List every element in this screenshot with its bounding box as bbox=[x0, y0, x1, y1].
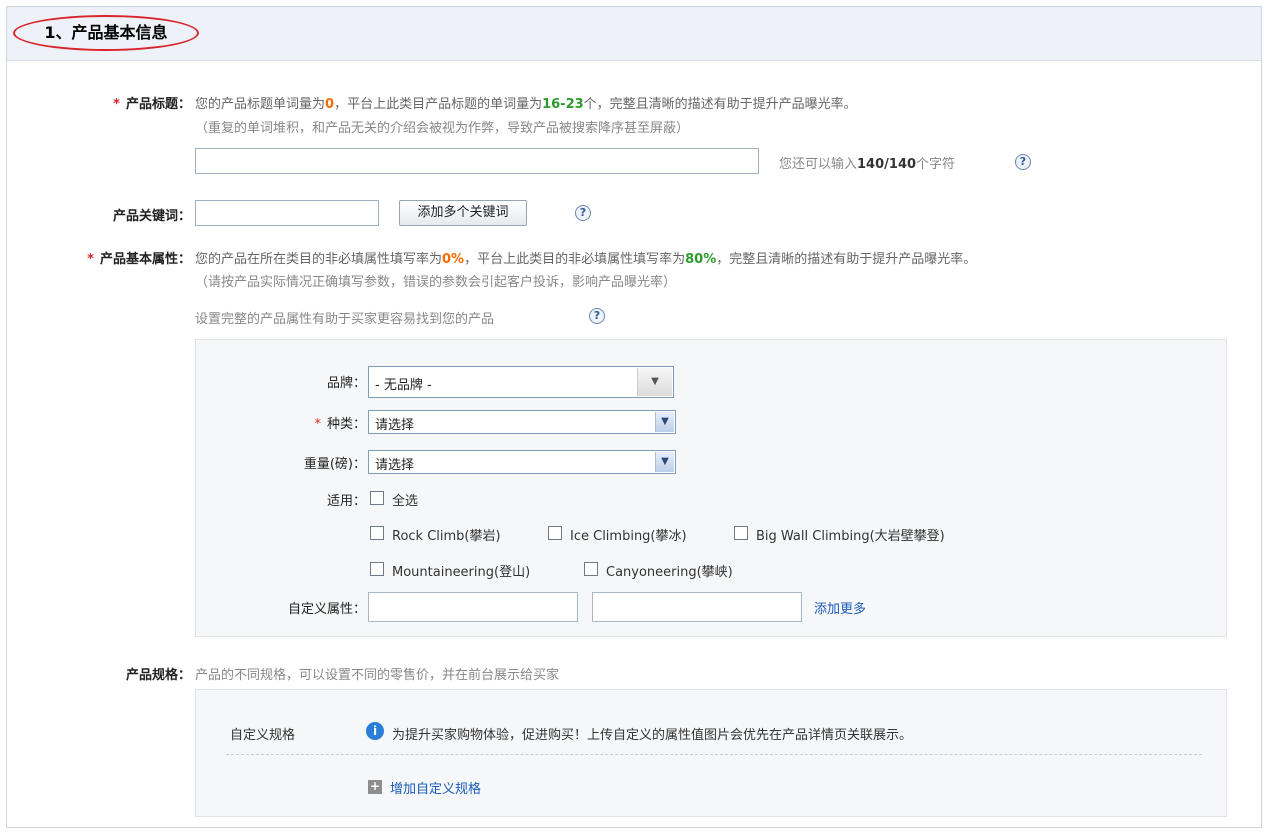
category-select-value: 请选择 bbox=[375, 418, 415, 433]
attributes-label-text: 产品基本属性： bbox=[99, 252, 191, 267]
specs-desc: 产品的不同规格，可以设置不同的零售价，并在前台展示给买家 bbox=[195, 668, 560, 683]
spec-info-text: 为提升买家购物体验，促进购买！上传自定义的属性值图片会优先在产品详情页关联展示。 bbox=[392, 728, 913, 743]
product-title-input[interactable] bbox=[195, 148, 759, 174]
attr-info-mid: ，平台上此类目的非必填属性填写率为 bbox=[464, 252, 686, 267]
specs-label: 产品规格： bbox=[125, 668, 191, 683]
custom-attr-value-input[interactable] bbox=[592, 592, 802, 622]
add-more-link[interactable]: 添加更多 bbox=[814, 598, 866, 617]
weight-label: 重量(磅)： bbox=[303, 457, 366, 472]
rock-climb-label: Rock Climb(攀岩) bbox=[392, 529, 501, 544]
keywords-input[interactable] bbox=[195, 200, 379, 226]
ice-climbing-label: Ice Climbing(攀冰) bbox=[570, 529, 687, 544]
weight-select[interactable]: 请选择 ▼ bbox=[368, 450, 676, 474]
product-form-frame: 1、产品基本信息 * 产品标题： 您的产品标题单词量为0，平台上此类目产品标题的单… bbox=[6, 6, 1262, 828]
question-icon[interactable]: ? bbox=[1015, 154, 1031, 170]
question-icon[interactable]: ? bbox=[575, 205, 591, 221]
select-all-label: 全选 bbox=[392, 494, 419, 509]
required-mark: * bbox=[314, 417, 321, 432]
title-info-mid: ，平台上此类目产品标题的单词量为 bbox=[334, 97, 543, 112]
canyoneering-checkbox[interactable] bbox=[584, 562, 598, 576]
chevron-down-icon: ▼ bbox=[655, 412, 674, 432]
brand-select[interactable]: - 无品牌 - ▼ bbox=[368, 366, 674, 398]
attributes-hint: 设置完整的产品属性有助于买家更容易找到您的产品 bbox=[195, 312, 495, 327]
mountaineering-label: Mountaineering(登山) bbox=[392, 565, 531, 580]
chevron-down-icon: ▼ bbox=[655, 452, 674, 472]
required-mark: * bbox=[113, 97, 120, 112]
custom-attr-label: 自定义属性： bbox=[287, 602, 366, 617]
divider bbox=[226, 754, 1202, 755]
select-all-checkbox[interactable] bbox=[370, 491, 384, 505]
own-fill-rate: 0% bbox=[442, 252, 465, 267]
required-mark: * bbox=[87, 252, 94, 267]
title-word-range: 16-23 bbox=[542, 97, 584, 112]
rock-climb-checkbox[interactable] bbox=[370, 526, 384, 540]
product-title-warning: （重复的单词堆积，和产品无关的介绍会被视为作弊，导致产品被搜索降序甚至屏蔽） bbox=[195, 121, 690, 136]
weight-select-value: 请选择 bbox=[375, 458, 415, 473]
char-remaining: 您还可以输入140/140个字符 bbox=[779, 153, 955, 172]
brand-select-value: - 无品牌 - bbox=[375, 378, 432, 393]
info-icon: i bbox=[366, 722, 384, 740]
title-word-count: 0 bbox=[325, 97, 335, 112]
specs-panel: 自定义规格 i 为提升买家购物体验，促进购买！上传自定义的属性值图片会优先在产品… bbox=[195, 689, 1227, 817]
applicable-label: 适用： bbox=[326, 494, 366, 509]
char-remaining-pre: 您还可以输入 bbox=[779, 157, 858, 172]
custom-attr-name-input[interactable] bbox=[368, 592, 578, 622]
attributes-info: 您的产品在所在类目的非必填属性填写率为0%，平台上此类目的非必填属性填写率为80… bbox=[195, 248, 976, 267]
add-custom-spec-link[interactable]: 增加自定义规格 bbox=[390, 778, 481, 797]
attributes-panel: 品牌： - 无品牌 - ▼ * 种类： 请选择 ▼ 重量(磅)： 请选择 ▼ 适用… bbox=[195, 339, 1227, 637]
add-keywords-button[interactable]: 添加多个关键词 bbox=[399, 200, 527, 226]
section-title: 1、产品基本信息 bbox=[13, 15, 199, 51]
big-wall-checkbox[interactable] bbox=[734, 526, 748, 540]
title-info-pre: 您的产品标题单词量为 bbox=[195, 97, 326, 112]
ice-climbing-checkbox[interactable] bbox=[548, 526, 562, 540]
category-label-text: 种类： bbox=[326, 417, 366, 432]
category-label: * 种类： bbox=[196, 413, 366, 432]
keywords-label: 产品关键词： bbox=[112, 209, 191, 224]
attributes-label: * 产品基本属性： bbox=[7, 248, 191, 267]
canyoneering-label: Canyoneering(攀峡) bbox=[606, 565, 733, 580]
product-title-label: * 产品标题： bbox=[7, 93, 191, 112]
question-icon[interactable]: ? bbox=[589, 308, 605, 324]
platform-fill-rate: 80% bbox=[685, 252, 717, 267]
category-select[interactable]: 请选择 ▼ bbox=[368, 410, 676, 434]
big-wall-label: Big Wall Climbing(大岩壁攀登) bbox=[756, 529, 945, 544]
product-title-info: 您的产品标题单词量为0，平台上此类目产品标题的单词量为16-23个，完整且清晰的… bbox=[195, 93, 857, 112]
custom-spec-label: 自定义规格 bbox=[230, 728, 296, 743]
mountaineering-checkbox[interactable] bbox=[370, 562, 384, 576]
attr-info-pre: 您的产品在所在类目的非必填属性填写率为 bbox=[195, 252, 443, 267]
section-header: 1、产品基本信息 bbox=[7, 7, 1261, 61]
char-remaining-count: 140/140 bbox=[857, 157, 917, 172]
title-info-post: 个，完整且清晰的描述有助于提升产品曝光率。 bbox=[583, 97, 857, 112]
product-title-label-text: 产品标题： bbox=[125, 97, 191, 112]
chevron-down-icon: ▼ bbox=[637, 368, 672, 396]
plus-icon[interactable]: + bbox=[368, 780, 382, 794]
brand-label: 品牌： bbox=[326, 376, 366, 391]
char-remaining-post: 个字符 bbox=[916, 157, 956, 172]
attr-info-post: ，完整且清晰的描述有助于提升产品曝光率。 bbox=[716, 252, 977, 267]
attributes-warning: （请按产品实际情况正确填写参数，错误的参数会引起客户投诉，影响产品曝光率） bbox=[195, 275, 677, 290]
